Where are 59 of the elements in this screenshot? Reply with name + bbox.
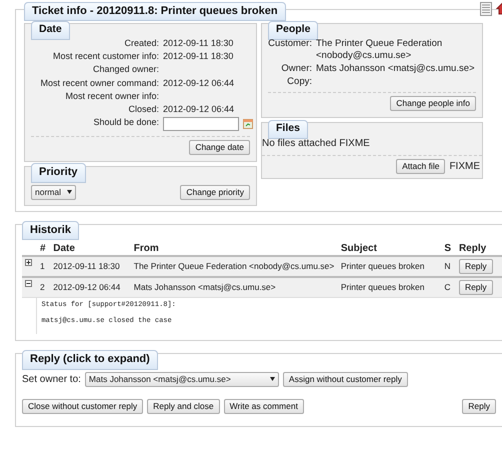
column-header: Date [50,242,131,256]
action-button[interactable]: Write as comment [224,398,304,414]
panel-title: Files [268,120,308,140]
field-value: The Printer Queue Federation <nobody@cs.umu.se> [316,38,444,62]
field-label: Owner: [280,62,312,75]
ticket-title: Ticket info - 20120911.8: Printer queues broken [24,2,286,22]
table-cell: Printer queues broken [338,277,442,298]
column-header: From [130,242,338,256]
expand-icon[interactable] [25,259,32,266]
field-value: 2012-09-11 18:30 [163,38,234,50]
field-label: Most recent customer info: [52,51,159,62]
action-button[interactable]: Reply and close [147,398,220,414]
field-label: Most recent owner info: [64,90,159,102]
field-label: Should be done: [92,117,159,130]
change-people-button[interactable]: Change people info [390,96,476,112]
reply-button[interactable]: Reply [462,398,496,414]
files-note: FIXME [449,160,480,174]
reply-button[interactable]: Reply [458,280,493,296]
field-label: Copy: [286,76,312,88]
change-priority-button[interactable]: Change priority [180,184,250,200]
owner-label: Set owner to: [22,372,81,386]
table-cell: 2012-09-12 06:44 [50,277,131,298]
field-label: Changed owner: [92,64,159,76]
panel-title: People [268,21,318,40]
table-cell: Mats Johansson <matsj@cs.umu.se> [130,277,338,298]
field-value: Mats Johansson <matsj@cs.umu.se> [316,62,476,75]
table-cell: 2012-09-11 18:30 [50,256,131,278]
calendar-icon[interactable] [243,119,253,130]
collapse-icon[interactable] [25,280,32,288]
panel-title: Priority [31,163,86,183]
section-title: Reply (click to expand) [22,350,158,370]
owner-select[interactable]: Mats Johansson <matsj@cs.umu.se> [84,372,279,387]
date-input-field[interactable] [163,117,239,132]
field-label: Most recent owner command: [39,78,159,89]
table-cell: The Printer Queue Federation <nobody@cs.umu.se> [130,256,338,278]
column-header: Reply [456,242,502,256]
caret-icon [66,190,72,194]
table-cell: N [441,256,456,278]
field-value: 2012-09-12 06:44 [163,104,236,116]
assign-button[interactable]: Assign without customer reply [282,372,408,387]
field-value: 2012-09-11 18:30 [163,51,234,62]
field-label: Created: [123,38,159,50]
priority-select[interactable]: normal [31,184,76,200]
field-value: 2012-09-12 06:44 [163,78,236,89]
table-cell: C [441,277,456,298]
column-header: # [36,242,50,256]
column-header: Subject [338,242,442,256]
panel-title: Date [31,21,70,40]
column-header: S [441,242,456,256]
reply-button[interactable]: Reply [458,259,493,274]
section-title: Historik [22,220,79,240]
caret-icon [270,377,275,382]
field-label: Customer: [268,38,312,51]
action-button[interactable]: Close without customer reply [22,398,144,414]
table-cell: Printer queues broken [338,256,442,278]
attach-file-button[interactable]: Attach file [396,159,446,174]
files-text: No files attached FIXME [262,137,371,150]
field-label: Closed: [127,104,159,116]
change-date-button[interactable]: Change date [189,140,250,156]
